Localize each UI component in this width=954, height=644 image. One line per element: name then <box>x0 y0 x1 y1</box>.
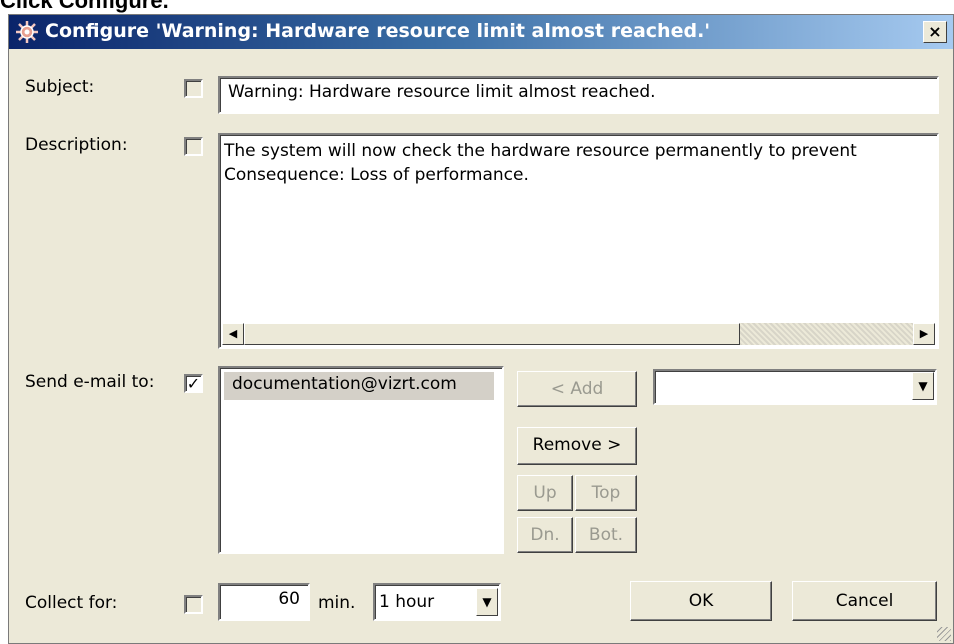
up-button[interactable]: Up <box>517 475 573 511</box>
chevron-down-icon[interactable]: ▼ <box>476 588 498 616</box>
window-title: Configure 'Warning: Hardware resource li… <box>45 20 711 42</box>
description-line: The system will now check the hardware r… <box>224 141 857 161</box>
collect-interval-value: 1 hour <box>379 592 435 612</box>
resize-grip-icon[interactable] <box>937 627 951 641</box>
scroll-right-icon[interactable]: ▶ <box>913 323 935 345</box>
subject-input[interactable]: Warning: Hardware resource limit almost … <box>218 76 939 114</box>
configure-dialog: Configure 'Warning: Hardware resource li… <box>8 14 954 644</box>
list-item[interactable]: documentation@vizrt.com <box>224 372 494 400</box>
email-address-combo[interactable]: ▼ <box>653 369 937 405</box>
title-bar[interactable]: Configure 'Warning: Hardware resource li… <box>9 15 953 49</box>
gear-icon <box>15 20 39 44</box>
minutes-unit-label: min. <box>318 593 356 613</box>
send-email-label: Send e-mail to: <box>25 372 155 392</box>
cancel-button[interactable]: Cancel <box>792 581 937 621</box>
top-button[interactable]: Top <box>575 475 637 511</box>
add-button[interactable]: < Add <box>517 371 637 407</box>
send-email-checkbox[interactable]: ✓ <box>184 374 203 393</box>
collect-for-label: Collect for: <box>25 593 118 613</box>
description-override-checkbox[interactable] <box>184 137 203 156</box>
close-icon: × <box>928 22 942 41</box>
chevron-down-icon[interactable]: ▼ <box>912 372 934 400</box>
bottom-button[interactable]: Bot. <box>575 517 637 553</box>
subject-override-checkbox[interactable] <box>184 79 203 98</box>
collect-minutes-input[interactable]: 60 <box>218 583 310 621</box>
scrollbar-track[interactable] <box>740 323 913 345</box>
document-heading: Click Configure. <box>0 0 169 13</box>
description-textarea[interactable]: The system will now check the hardware r… <box>218 133 939 349</box>
down-button[interactable]: Dn. <box>517 517 573 553</box>
collect-override-checkbox[interactable] <box>184 595 203 614</box>
scrollbar-thumb[interactable] <box>244 323 740 345</box>
description-hscrollbar[interactable]: ◀ ▶ <box>222 323 935 345</box>
description-line: Consequence: Loss of performance. <box>224 165 529 185</box>
description-label: Description: <box>25 135 128 155</box>
recipient-list[interactable]: documentation@vizrt.com <box>218 366 504 554</box>
description-text: The system will now check the hardware r… <box>224 139 857 187</box>
close-button[interactable]: × <box>923 21 947 43</box>
subject-label: Subject: <box>25 77 95 97</box>
remove-button[interactable]: Remove > <box>517 427 637 465</box>
collect-interval-select[interactable]: 1 hour ▼ <box>373 583 501 621</box>
ok-button[interactable]: OK <box>630 581 772 621</box>
scroll-left-icon[interactable]: ◀ <box>222 323 244 345</box>
